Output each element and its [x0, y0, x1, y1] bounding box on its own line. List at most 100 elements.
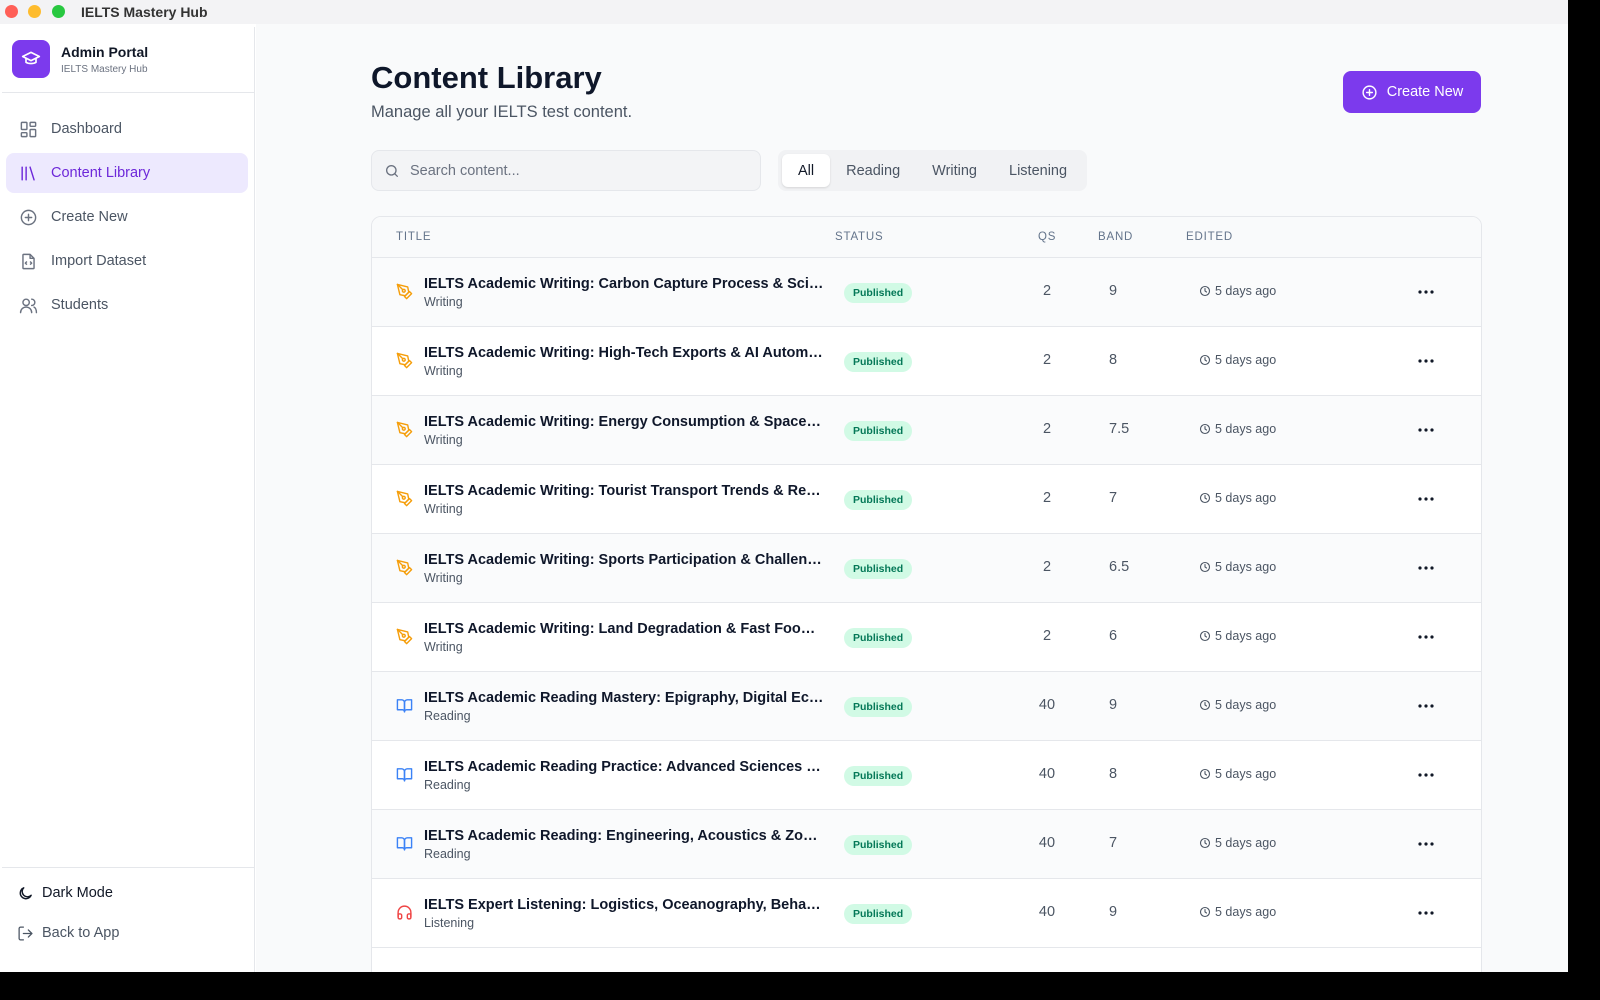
ellipsis-icon	[1418, 911, 1434, 915]
table-row[interactable]: IELTS Academic Reading Practice: Advance…	[372, 741, 1481, 810]
dark-mode-toggle[interactable]: Dark Mode	[16, 884, 113, 902]
zoom-window-button[interactable]	[52, 5, 65, 18]
sidebar-item-import-dataset[interactable]: Import Dataset	[6, 241, 248, 281]
close-window-button[interactable]	[5, 5, 18, 18]
title-bar: IELTS Mastery Hub	[0, 0, 1568, 24]
more-options-button[interactable]	[1412, 419, 1440, 441]
row-question-count: 2	[1042, 421, 1052, 437]
ellipsis-icon	[1418, 773, 1434, 777]
ellipsis-icon	[1418, 359, 1434, 363]
row-band: 6.5	[1109, 559, 1130, 575]
page-title: Content Library	[371, 60, 602, 95]
users-icon	[18, 295, 38, 315]
sidebar-item-label: Import Dataset	[51, 253, 147, 269]
brand-subtitle: IELTS Mastery Hub	[61, 64, 148, 75]
brand: Admin Portal IELTS Mastery Hub	[2, 27, 254, 93]
more-options-button[interactable]	[1412, 764, 1440, 786]
row-edited-text: 5 days ago	[1215, 836, 1277, 850]
filter-tabs: All Reading Writing Listening	[778, 150, 1088, 191]
clock-icon	[1199, 699, 1211, 711]
back-to-app-button[interactable]: Back to App	[16, 924, 119, 942]
table-row[interactable]: IELTS Academic Reading Mastery: Epigraph…	[372, 672, 1481, 741]
status-badge: Published	[844, 490, 913, 510]
more-options-button[interactable]	[1412, 350, 1440, 372]
clock-icon	[1199, 492, 1211, 504]
row-edited: 5 days ago	[1199, 353, 1276, 367]
table-row[interactable]: IELTS Academic Writing: Land Degradation…	[372, 603, 1481, 672]
row-question-count: 40	[1038, 835, 1056, 851]
plus-circle-icon	[1361, 84, 1378, 101]
column-qs[interactable]: QS	[1038, 231, 1056, 243]
row-edited-text: 5 days ago	[1215, 629, 1277, 643]
book-open-icon	[396, 835, 414, 853]
row-question-count: 2	[1042, 352, 1052, 368]
column-band[interactable]: BAND	[1098, 231, 1133, 243]
tab-listening[interactable]: Listening	[993, 154, 1083, 187]
tab-all[interactable]: All	[782, 154, 831, 187]
row-band: 8	[1109, 352, 1118, 368]
row-question-count: 2	[1042, 628, 1052, 644]
clock-icon	[1199, 630, 1211, 642]
more-options-button[interactable]	[1412, 626, 1440, 648]
clock-icon	[1199, 837, 1211, 849]
sidebar-item-dashboard[interactable]: Dashboard	[6, 109, 248, 149]
table-row[interactable]: IELTS Academic Writing: High-Tech Export…	[372, 327, 1481, 396]
table-row[interactable]: IELTS Academic Writing: Energy Consumpti…	[372, 396, 1481, 465]
row-edited: 5 days ago	[1199, 905, 1276, 919]
brand-title: Admin Portal	[61, 44, 149, 60]
clock-icon	[1199, 906, 1211, 918]
create-new-button[interactable]: Create New	[1343, 71, 1481, 113]
status-badge: Published	[844, 352, 913, 372]
more-options-button[interactable]	[1412, 488, 1440, 510]
search-box	[371, 150, 761, 191]
search-input[interactable]	[410, 162, 740, 179]
row-type: Reading	[424, 778, 471, 792]
tab-writing[interactable]: Writing	[916, 154, 993, 187]
row-edited-text: 5 days ago	[1215, 353, 1277, 367]
row-edited-text: 5 days ago	[1215, 698, 1277, 712]
tab-reading[interactable]: Reading	[830, 154, 916, 187]
more-options-button[interactable]	[1412, 695, 1440, 717]
row-title: IELTS Academic Writing: High-Tech Export…	[424, 345, 824, 361]
library-icon	[18, 163, 38, 183]
sidebar-item-content-library[interactable]: Content Library	[6, 153, 248, 193]
clock-icon	[1199, 561, 1211, 573]
status-badge: Published	[844, 421, 913, 441]
logout-icon	[16, 924, 34, 942]
sidebar-item-create-new[interactable]: Create New	[6, 197, 248, 237]
minimize-window-button[interactable]	[28, 5, 41, 18]
sidebar-item-students[interactable]: Students	[6, 285, 248, 325]
row-edited-text: 5 days ago	[1215, 491, 1277, 505]
status-badge: Published	[844, 283, 913, 303]
column-title[interactable]: TITLE	[396, 231, 431, 243]
book-open-icon	[396, 766, 414, 784]
status-badge: Published	[844, 904, 913, 924]
row-band: 7	[1109, 835, 1118, 851]
sidebar-footer: Dark Mode Back to App	[2, 867, 254, 972]
row-title: IELTS Academic Reading Mastery: Epigraph…	[424, 690, 824, 706]
table-row[interactable]: IELTS Academic Writing: Carbon Capture P…	[372, 258, 1481, 327]
ellipsis-icon	[1418, 566, 1434, 570]
pen-tool-icon	[396, 421, 414, 439]
row-title: IELTS Academic Reading Practice: Advance…	[424, 759, 824, 775]
table-row[interactable]: IELTS Academic Reading: Engineering, Aco…	[372, 810, 1481, 879]
search-icon	[384, 163, 400, 179]
headphones-icon	[396, 904, 414, 922]
more-options-button[interactable]	[1412, 281, 1440, 303]
table-row[interactable]: IELTS Academic Writing: Sports Participa…	[372, 534, 1481, 603]
main-content: Content Library Manage all your IELTS te…	[256, 24, 1568, 972]
dark-mode-label: Dark Mode	[42, 885, 113, 901]
column-status[interactable]: STATUS	[835, 231, 883, 243]
table-row[interactable]: IELTS Expert Listening: Logistics, Ocean…	[372, 879, 1481, 948]
sidebar-nav: Dashboard Content Library Create New Imp…	[2, 109, 254, 329]
row-title: IELTS Academic Writing: Carbon Capture P…	[424, 276, 824, 292]
column-edited[interactable]: EDITED	[1186, 231, 1233, 243]
more-options-button[interactable]	[1412, 557, 1440, 579]
more-options-button[interactable]	[1412, 902, 1440, 924]
row-edited: 5 days ago	[1199, 284, 1276, 298]
row-band: 9	[1109, 904, 1118, 920]
table-row[interactable]: IELTS Academic Writing: Tourist Transpor…	[372, 465, 1481, 534]
row-type: Listening	[424, 916, 475, 930]
row-edited: 5 days ago	[1199, 422, 1276, 436]
more-options-button[interactable]	[1412, 833, 1440, 855]
